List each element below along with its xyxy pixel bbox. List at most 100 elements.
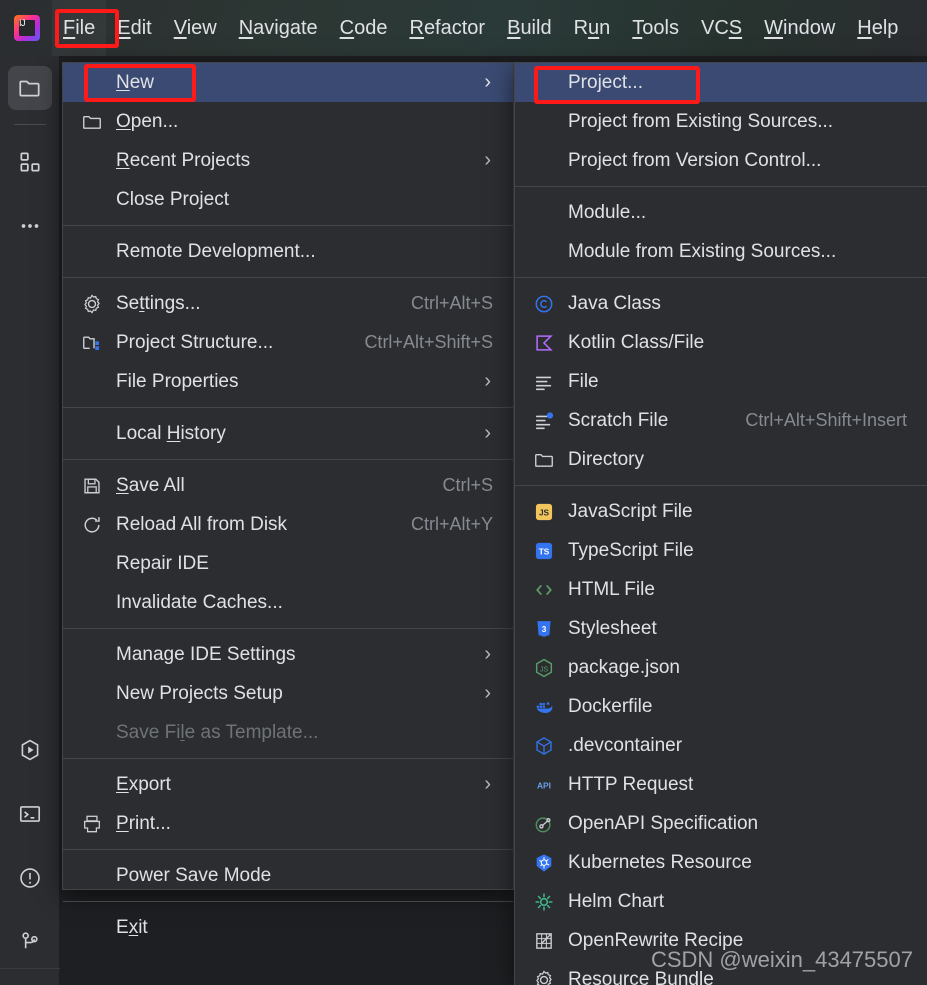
menu-item-invalidate-caches[interactable]: Invalidate Caches...: [63, 583, 513, 622]
menu-item-open[interactable]: Open...: [63, 102, 513, 141]
menubar-item-tools[interactable]: Tools: [621, 0, 690, 56]
menu-item-exit[interactable]: Exit: [63, 908, 513, 947]
menu-item-shortcut: Ctrl+Alt+Shift+Insert: [745, 410, 907, 430]
menu-item-recent-projects[interactable]: Recent Projects ›: [63, 141, 513, 180]
no-icon: [81, 552, 111, 576]
menubar-item-refactor[interactable]: Refactor: [398, 0, 496, 56]
no-icon: [533, 110, 563, 134]
menu-item-repair-ide[interactable]: Repair IDE: [63, 544, 513, 583]
menu-item-label: Project from Existing Sources...: [568, 110, 834, 132]
tool-window-rail: [0, 56, 60, 985]
menubar-item-window[interactable]: Window: [753, 0, 846, 56]
menu-item-package-json[interactable]: JS package.json: [515, 648, 927, 687]
run-icon: [17, 737, 43, 763]
menu-item-settings[interactable]: Settings... Ctrl+Alt+S: [63, 284, 513, 323]
menu-item-devcontainer[interactable]: .devcontainer: [515, 726, 927, 765]
no-icon: [81, 864, 111, 888]
menu-item-module[interactable]: Module...: [515, 193, 927, 232]
docker-icon: [533, 695, 563, 719]
menu-item-project[interactable]: Project...: [515, 63, 927, 102]
no-icon: [81, 721, 111, 745]
menu-item-remote-development[interactable]: Remote Development...: [63, 232, 513, 271]
menu-item-http-request[interactable]: API HTTP Request: [515, 765, 927, 804]
no-icon: [81, 240, 111, 264]
menubar-item-build[interactable]: Build: [496, 0, 562, 56]
menu-item-java-class[interactable]: Java Class: [515, 284, 927, 323]
menubar-item-label: Code: [339, 17, 388, 39]
menu-item-kubernetes-resource[interactable]: Kubernetes Resource: [515, 843, 927, 882]
run-tool-window-button[interactable]: [8, 728, 52, 772]
menu-item-html-file[interactable]: HTML File: [515, 570, 927, 609]
menu-separator: [63, 628, 513, 629]
menu-item-power-save-mode[interactable]: Power Save Mode: [63, 856, 513, 895]
chevron-right-icon: ›: [484, 682, 491, 704]
menubar-item-code[interactable]: Code: [329, 0, 399, 56]
menu-separator: [63, 277, 513, 278]
menu-item-file-properties[interactable]: File Properties ›: [63, 362, 513, 401]
menu-item-module-from-existing-sources[interactable]: Module from Existing Sources...: [515, 232, 927, 271]
typescript-icon: TS: [533, 539, 563, 563]
menubar-item-run[interactable]: Run: [563, 0, 622, 56]
menu-item-label: JavaScript File: [568, 500, 693, 522]
menu-item-label: Kotlin Class/File: [568, 331, 705, 353]
menu-item-label: Close Project: [116, 188, 229, 210]
menu-item-kotlin-class-file[interactable]: Kotlin Class/File: [515, 323, 927, 362]
menu-item-scratch-file[interactable]: Scratch File Ctrl+Alt+Shift+Insert: [515, 401, 927, 440]
javascript-icon: JS: [533, 500, 563, 524]
menu-item-stylesheet[interactable]: 3 Stylesheet: [515, 609, 927, 648]
menu-item-project-structure[interactable]: Project Structure... Ctrl+Alt+Shift+S: [63, 323, 513, 362]
structure-tool-window-button[interactable]: [8, 140, 52, 184]
menubar-item-view[interactable]: View: [163, 0, 228, 56]
menu-item-label: OpenAPI Specification: [568, 812, 759, 834]
folder-icon: [81, 110, 111, 134]
menu-item-save-file-as-template[interactable]: Save File as Template...: [63, 713, 513, 752]
menubar-item-file[interactable]: File: [52, 0, 107, 56]
menu-item-project-from-existing-sources[interactable]: Project from Existing Sources...: [515, 102, 927, 141]
kotlin-icon: [533, 331, 563, 355]
reload-icon: [81, 513, 111, 537]
menu-separator: [515, 186, 927, 187]
menu-item-label: Save All: [116, 474, 185, 496]
project-tool-window-button[interactable]: [8, 66, 52, 110]
resource-bundle-icon: [533, 968, 563, 985]
menu-separator: [63, 407, 513, 408]
problems-tool-window-button[interactable]: [8, 856, 52, 900]
menu-item-reload-all-from-disk[interactable]: Reload All from Disk Ctrl+Alt+Y: [63, 505, 513, 544]
more-tool-windows-button[interactable]: [8, 204, 52, 248]
menu-item-save-all[interactable]: Save All Ctrl+S: [63, 466, 513, 505]
menubar-item-navigate[interactable]: Navigate: [228, 0, 329, 56]
menu-item-file[interactable]: File: [515, 362, 927, 401]
file-icon: [533, 370, 563, 394]
menu-item-print[interactable]: Print...: [63, 804, 513, 843]
svg-text:TS: TS: [539, 547, 550, 556]
menu-item-close-project[interactable]: Close Project: [63, 180, 513, 219]
menu-item-label: Helm Chart: [568, 890, 665, 912]
menu-item-export[interactable]: Export ›: [63, 765, 513, 804]
menu-item-label: Manage IDE Settings: [116, 643, 296, 665]
menu-item-label: TypeScript File: [568, 539, 694, 561]
menu-item-openapi-specification[interactable]: OpenAPI Specification: [515, 804, 927, 843]
terminal-tool-window-button[interactable]: [8, 792, 52, 836]
openrewrite-icon: [533, 929, 563, 953]
menubar-item-label: Help: [857, 17, 899, 39]
menu-item-local-history[interactable]: Local History ›: [63, 414, 513, 453]
menu-item-new[interactable]: New ›: [63, 63, 513, 102]
intellij-idea-logo: IJ: [14, 15, 40, 41]
menu-item-label: Power Save Mode: [116, 864, 272, 886]
menu-item-project-from-version-control[interactable]: Project from Version Control...: [515, 141, 927, 180]
menu-item-label: File: [568, 370, 599, 392]
menubar-item-edit[interactable]: Edit: [106, 0, 162, 56]
menubar-item-help[interactable]: Help: [846, 0, 909, 56]
menu-item-typescript-file[interactable]: TS TypeScript File: [515, 531, 927, 570]
version-control-tool-window-button[interactable]: [8, 920, 52, 964]
menu-item-dockerfile[interactable]: Dockerfile: [515, 687, 927, 726]
menu-item-directory[interactable]: Directory: [515, 440, 927, 479]
menu-item-new-projects-setup[interactable]: New Projects Setup ›: [63, 674, 513, 713]
menu-item-helm-chart[interactable]: Helm Chart: [515, 882, 927, 921]
menu-item-label: Export: [116, 773, 171, 795]
menu-item-manage-ide-settings[interactable]: Manage IDE Settings ›: [63, 635, 513, 674]
menu-item-javascript-file[interactable]: JS JavaScript File: [515, 492, 927, 531]
menubar-item-label: File: [63, 17, 96, 39]
menu-item-label: Project...: [568, 71, 643, 93]
menubar-item-vcs[interactable]: VCS: [690, 0, 753, 56]
